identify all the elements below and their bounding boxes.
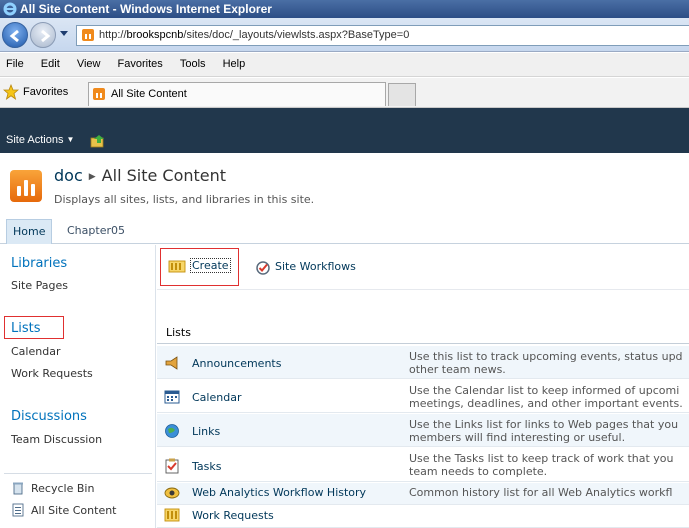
menu-edit[interactable]: Edit [34, 53, 67, 76]
back-arrow-icon [9, 29, 19, 43]
favorites-bar: Favorites All Site Content [0, 78, 689, 108]
nav-heading-libraries[interactable]: Libraries [11, 256, 67, 271]
section-divider [157, 343, 689, 344]
site-actions-menu[interactable]: Site Actions ▼ [6, 134, 74, 146]
breadcrumb: doc ▶ All Site Content [54, 166, 226, 185]
nav-item-site-pages[interactable]: Site Pages [11, 279, 68, 292]
breadcrumb-separator-icon: ▶ [88, 172, 96, 182]
create-button[interactable]: Create [168, 258, 231, 273]
chevron-down-icon: ▼ [66, 135, 75, 144]
create-icon [168, 260, 186, 273]
page-title: All Site Content [101, 166, 227, 185]
list-name-work-requests[interactable]: Work Requests [192, 509, 274, 522]
url-host: brookspcnb [126, 29, 184, 41]
menu-tools[interactable]: Tools [173, 53, 213, 76]
favorites-label: Favorites [23, 86, 69, 98]
nav-item-work-requests[interactable]: Work Requests [11, 367, 93, 380]
browser-tab-active[interactable]: All Site Content [88, 82, 386, 106]
tab-title: All Site Content [111, 88, 187, 100]
quick-launch: Libraries Site Pages Lists Calendar Work… [0, 245, 156, 528]
list-name-web-analytics-workflow-history[interactable]: Web Analytics Workflow History [192, 486, 366, 499]
list-row: Calendar Use the Calendar list to keep i… [157, 380, 689, 413]
new-tab-button[interactable] [388, 83, 416, 106]
url-prefix: http:// [99, 29, 127, 41]
list-description: Use the Calendar list to keep informed o… [409, 384, 683, 410]
site-actions-bar: Site Actions ▼ [0, 108, 689, 153]
page-description: Displays all sites, lists, and libraries… [54, 193, 315, 206]
create-label: Create [190, 258, 231, 273]
menu-favorites[interactable]: Favorites [111, 53, 170, 76]
list-description: Use the Tasks list to keep track of work… [409, 452, 674, 478]
forward-arrow-icon [41, 29, 51, 43]
address-bar: http://brookspcnb/sites/doc/_layouts/vie… [0, 18, 689, 52]
back-button[interactable] [2, 22, 28, 48]
all-site-content-label: All Site Content [31, 504, 117, 517]
list-name-links[interactable]: Links [192, 425, 220, 438]
forward-button[interactable] [30, 22, 56, 48]
menu-bar: File Edit View Favorites Tools Help [0, 53, 689, 77]
ie-logo-icon [3, 2, 17, 16]
window-title: All Site Content - Windows Internet Expl… [20, 2, 272, 16]
list-description: Use this list to track upcoming events, … [409, 350, 683, 376]
list-row: Web Analytics Workflow History Common hi… [157, 483, 689, 505]
menu-view[interactable]: View [70, 53, 108, 76]
tab-page-icon [93, 88, 105, 100]
list-description: Use the Links list for links to Web page… [409, 418, 679, 444]
calendar-icon [164, 390, 180, 404]
menu-file[interactable]: File [0, 53, 31, 76]
navigate-up-icon[interactable] [90, 134, 106, 148]
site-workflows-button[interactable]: Site Workflows [255, 260, 356, 275]
links-icon [165, 424, 179, 438]
recycle-bin-label: Recycle Bin [31, 482, 95, 495]
nav-item-calendar[interactable]: Calendar [11, 345, 60, 358]
list-name-calendar[interactable]: Calendar [192, 391, 241, 404]
nav-item-all-site-content[interactable]: All Site Content [11, 503, 117, 517]
history-dropdown-icon[interactable] [59, 30, 69, 38]
page-icon [82, 29, 94, 41]
tab-home[interactable]: Home [6, 219, 53, 244]
list-description: Common history list for all Web Analytic… [409, 486, 673, 499]
site-actions-label: Site Actions [6, 134, 64, 146]
list-row: Announcements Use this list to track upc… [157, 346, 689, 379]
list-name-announcements[interactable]: Announcements [192, 357, 281, 370]
breadcrumb-site-link[interactable]: doc [54, 166, 83, 185]
nav-heading-discussions[interactable]: Discussions [11, 409, 87, 424]
window-title-bar: All Site Content - Windows Internet Expl… [0, 0, 689, 18]
workflow-icon [256, 261, 270, 275]
menu-help[interactable]: Help [216, 53, 253, 76]
nav-item-team-discussion[interactable]: Team Discussion [11, 433, 102, 446]
star-icon [3, 84, 19, 100]
url-path: /sites/doc/_layouts/viewlsts.aspx?BaseTy… [183, 29, 410, 41]
list-row: Work Requests [157, 506, 689, 528]
recycle-bin-icon [13, 482, 23, 495]
site-workflows-label: Site Workflows [275, 260, 356, 273]
all-site-content-icon [12, 503, 24, 517]
work-requests-icon [164, 508, 180, 522]
list-row: Tasks Use the Tasks list to keep track o… [157, 448, 689, 482]
nav-item-recycle-bin[interactable]: Recycle Bin [11, 482, 94, 495]
section-heading-lists: Lists [166, 326, 191, 339]
site-logo-icon[interactable] [10, 170, 42, 202]
list-name-tasks[interactable]: Tasks [192, 460, 221, 473]
tab-chapter05[interactable]: Chapter05 [61, 219, 131, 244]
main-content: Create Site Workflows Lists Announcement… [157, 245, 689, 528]
toolbar-divider [157, 289, 689, 290]
address-input[interactable]: http://brookspcnb/sites/doc/_layouts/vie… [76, 25, 689, 46]
nav-divider [4, 473, 152, 474]
favorites-button[interactable]: Favorites [3, 84, 68, 100]
announcements-icon [165, 356, 178, 370]
tasks-icon [165, 458, 179, 474]
nav-heading-lists[interactable]: Lists [11, 321, 41, 336]
top-navigation: Home Chapter05 [0, 216, 689, 244]
title-area: doc ▶ All Site Content Displays all sites,… [0, 153, 689, 215]
list-row: Links Use the Links list for links to We… [157, 414, 689, 447]
web-analytics-icon [164, 487, 180, 499]
